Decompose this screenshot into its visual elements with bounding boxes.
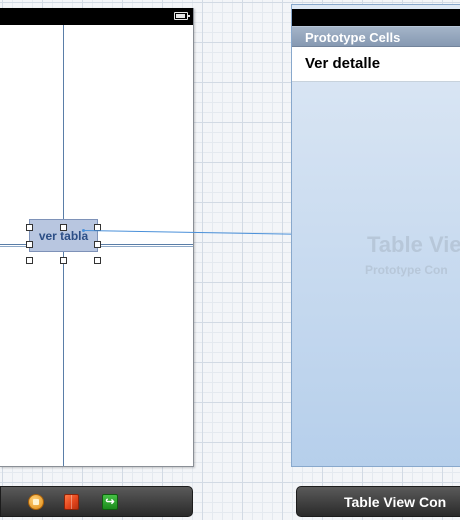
- resize-handle-bottom-left[interactable]: [26, 257, 33, 264]
- resize-handle-middle-right[interactable]: [94, 241, 101, 248]
- resize-handle-middle-left[interactable]: [26, 241, 33, 248]
- table-view-placeholder-title: Table Vie: [367, 232, 460, 257]
- resize-handle-top-left[interactable]: [26, 224, 33, 231]
- resize-handle-bottom-middle[interactable]: [60, 257, 67, 264]
- scene-dock-title: Table View Con: [344, 494, 447, 510]
- exit-glyph: ↪: [105, 496, 115, 508]
- battery-icon: [174, 12, 190, 20]
- prototype-cell-label: Ver detalle: [305, 55, 381, 72]
- exit-icon[interactable]: ↪: [102, 494, 118, 510]
- prototype-cell[interactable]: Ver detalle: [292, 47, 460, 82]
- resize-handle-bottom-right[interactable]: [94, 257, 101, 264]
- scene-dock-left: ↪: [0, 486, 193, 517]
- first-responder-icon[interactable]: [28, 494, 44, 510]
- scene-dock-right[interactable]: Table View Con: [296, 486, 460, 517]
- status-bar: [0, 8, 193, 25]
- table-view-controller-scene[interactable]: Prototype Cells Ver detalle Table Vie Pr…: [291, 4, 460, 467]
- status-bar: [292, 9, 460, 26]
- cube-icon[interactable]: [64, 494, 79, 510]
- resize-handle-top-middle[interactable]: [60, 224, 67, 231]
- table-view-placeholder-subtitle: Prototype Con: [365, 263, 448, 277]
- prototype-cells-header: Prototype Cells: [292, 26, 460, 47]
